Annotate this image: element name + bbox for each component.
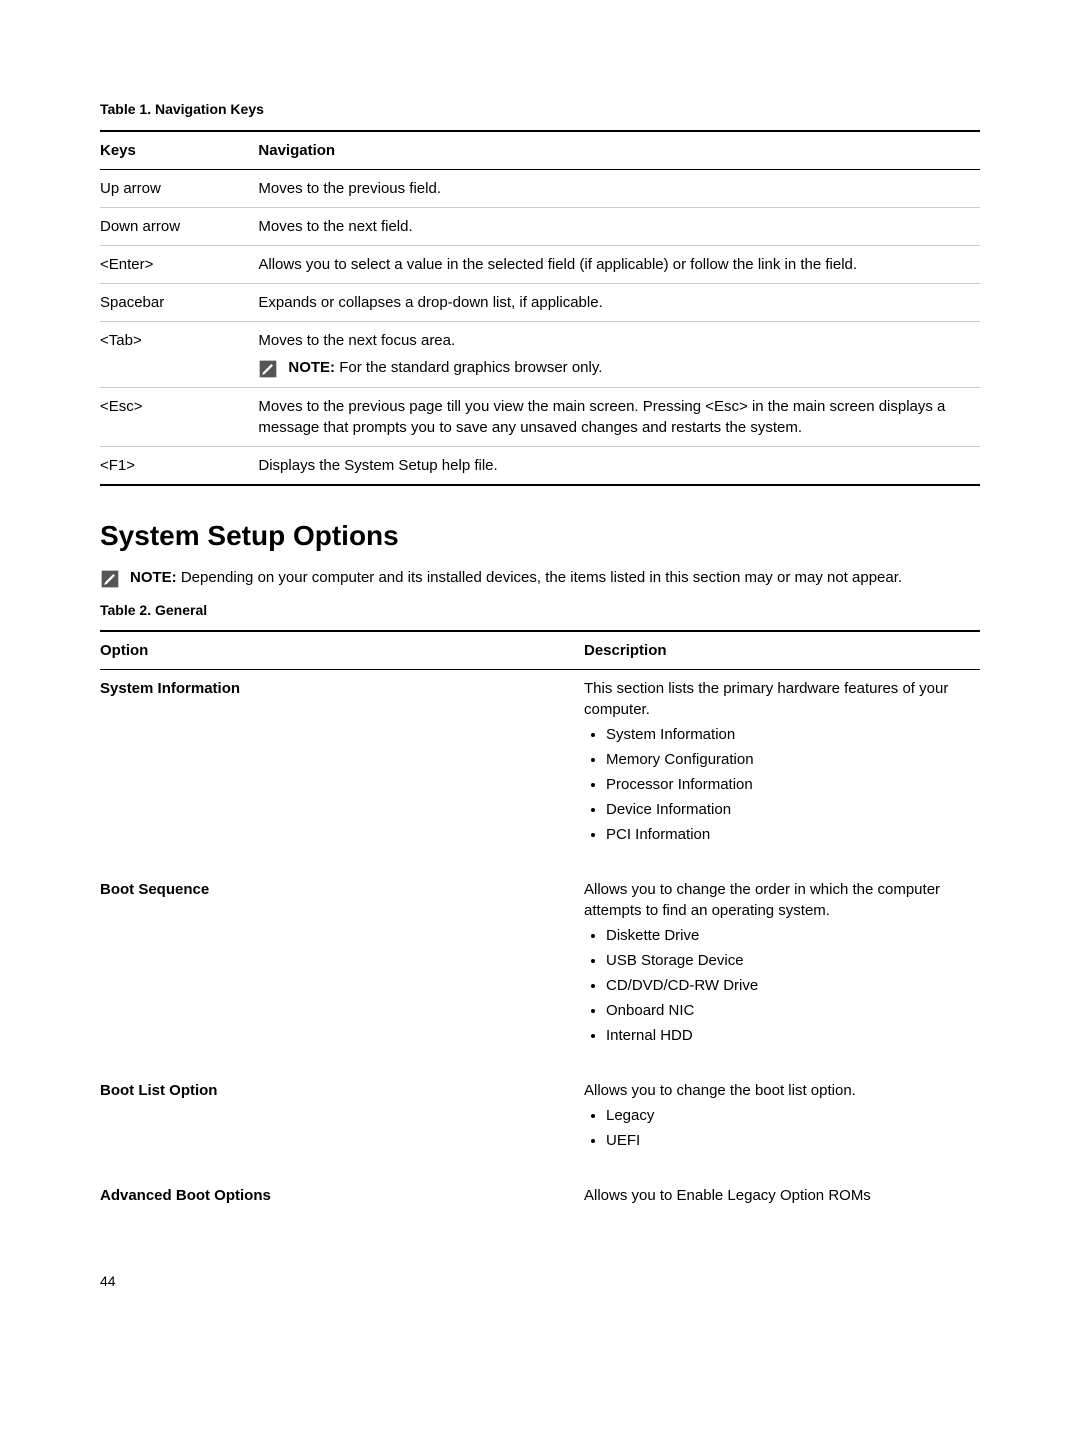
nav-cell: Moves to the previous page till you view…: [258, 387, 980, 446]
nav-cell: Moves to the next field.: [258, 207, 980, 245]
list-item: Onboard NIC: [606, 1000, 970, 1021]
description-cell: This section lists the primary hardware …: [584, 670, 980, 872]
note-label: NOTE:: [288, 359, 335, 376]
option-label: Boot List Option: [100, 1082, 217, 1099]
page-number: 44: [100, 1272, 980, 1292]
bullet-list: Diskette Drive USB Storage Device CD/DVD…: [584, 925, 970, 1046]
list-item: Memory Configuration: [606, 749, 970, 770]
note-body: Depending on your computer and its insta…: [177, 569, 902, 586]
option-cell: Boot List Option: [100, 1072, 584, 1177]
table-row: <Tab> Moves to the next focus area. NOTE…: [100, 321, 980, 387]
bullet-list: System Information Memory Configuration …: [584, 724, 970, 845]
nav-cell: Moves to the previous field.: [258, 169, 980, 207]
list-item: Internal HDD: [606, 1025, 970, 1046]
key-cell: <F1>: [100, 446, 258, 485]
description-text: Allows you to Enable Legacy Option ROMs: [584, 1185, 970, 1206]
option-cell: System Information: [100, 670, 584, 872]
table-row: Down arrow Moves to the next field.: [100, 207, 980, 245]
nav-cell: Expands or collapses a drop-down list, i…: [258, 283, 980, 321]
key-cell: Spacebar: [100, 283, 258, 321]
description-text: This section lists the primary hardware …: [584, 678, 970, 720]
list-item: Device Information: [606, 799, 970, 820]
table-row: System Information This section lists th…: [100, 670, 980, 872]
table1-header-keys: Keys: [100, 131, 258, 170]
note-pencil-icon: [258, 359, 278, 379]
table1-navigation-keys: Keys Navigation Up arrow Moves to the pr…: [100, 130, 980, 486]
table-row: <F1> Displays the System Setup help file…: [100, 446, 980, 485]
table-row: Up arrow Moves to the previous field.: [100, 169, 980, 207]
note-label: NOTE:: [130, 569, 177, 586]
note-text: NOTE: Depending on your computer and its…: [130, 567, 980, 588]
bullet-list: Legacy UEFI: [584, 1105, 970, 1151]
table-row: Advanced Boot Options Allows you to Enab…: [100, 1177, 980, 1232]
section-heading: System Setup Options: [100, 516, 980, 555]
table2-general: Option Description System Information Th…: [100, 630, 980, 1232]
option-cell: Advanced Boot Options: [100, 1177, 584, 1232]
list-item: System Information: [606, 724, 970, 745]
nav-cell-text: Moves to the next focus area.: [258, 332, 455, 349]
list-item: CD/DVD/CD-RW Drive: [606, 975, 970, 996]
note-pencil-icon: [100, 569, 120, 589]
note-body: For the standard graphics browser only.: [335, 359, 602, 376]
key-cell: Up arrow: [100, 169, 258, 207]
option-label: System Information: [100, 680, 240, 697]
description-cell: Allows you to change the order in which …: [584, 871, 980, 1072]
section-note: NOTE: Depending on your computer and its…: [100, 567, 980, 589]
note-block: NOTE: For the standard graphics browser …: [258, 357, 970, 379]
list-item: Legacy: [606, 1105, 970, 1126]
table2-caption: Table 2. General: [100, 601, 980, 621]
description-text: Allows you to change the boot list optio…: [584, 1080, 970, 1101]
table1-header-navigation: Navigation: [258, 131, 980, 170]
list-item: USB Storage Device: [606, 950, 970, 971]
description-cell: Allows you to change the boot list optio…: [584, 1072, 980, 1177]
key-cell: Down arrow: [100, 207, 258, 245]
key-cell: <Enter>: [100, 245, 258, 283]
nav-cell: Allows you to select a value in the sele…: [258, 245, 980, 283]
option-label: Advanced Boot Options: [100, 1187, 271, 1204]
nav-cell: Moves to the next focus area. NOTE: For …: [258, 321, 980, 387]
list-item: Processor Information: [606, 774, 970, 795]
key-cell: <Tab>: [100, 321, 258, 387]
option-cell: Boot Sequence: [100, 871, 584, 1072]
table-row: Spacebar Expands or collapses a drop-dow…: [100, 283, 980, 321]
nav-cell: Displays the System Setup help file.: [258, 446, 980, 485]
table-row: Boot Sequence Allows you to change the o…: [100, 871, 980, 1072]
table2-header-option: Option: [100, 631, 584, 670]
list-item: UEFI: [606, 1130, 970, 1151]
option-label: Boot Sequence: [100, 881, 209, 898]
table-row: Boot List Option Allows you to change th…: [100, 1072, 980, 1177]
table1-caption: Table 1. Navigation Keys: [100, 100, 980, 120]
table-row: <Enter> Allows you to select a value in …: [100, 245, 980, 283]
note-text: NOTE: For the standard graphics browser …: [288, 357, 970, 378]
table-row: <Esc> Moves to the previous page till yo…: [100, 387, 980, 446]
table2-header-description: Description: [584, 631, 980, 670]
list-item: PCI Information: [606, 824, 970, 845]
description-text: Allows you to change the order in which …: [584, 879, 970, 921]
list-item: Diskette Drive: [606, 925, 970, 946]
key-cell: <Esc>: [100, 387, 258, 446]
description-cell: Allows you to Enable Legacy Option ROMs: [584, 1177, 980, 1232]
